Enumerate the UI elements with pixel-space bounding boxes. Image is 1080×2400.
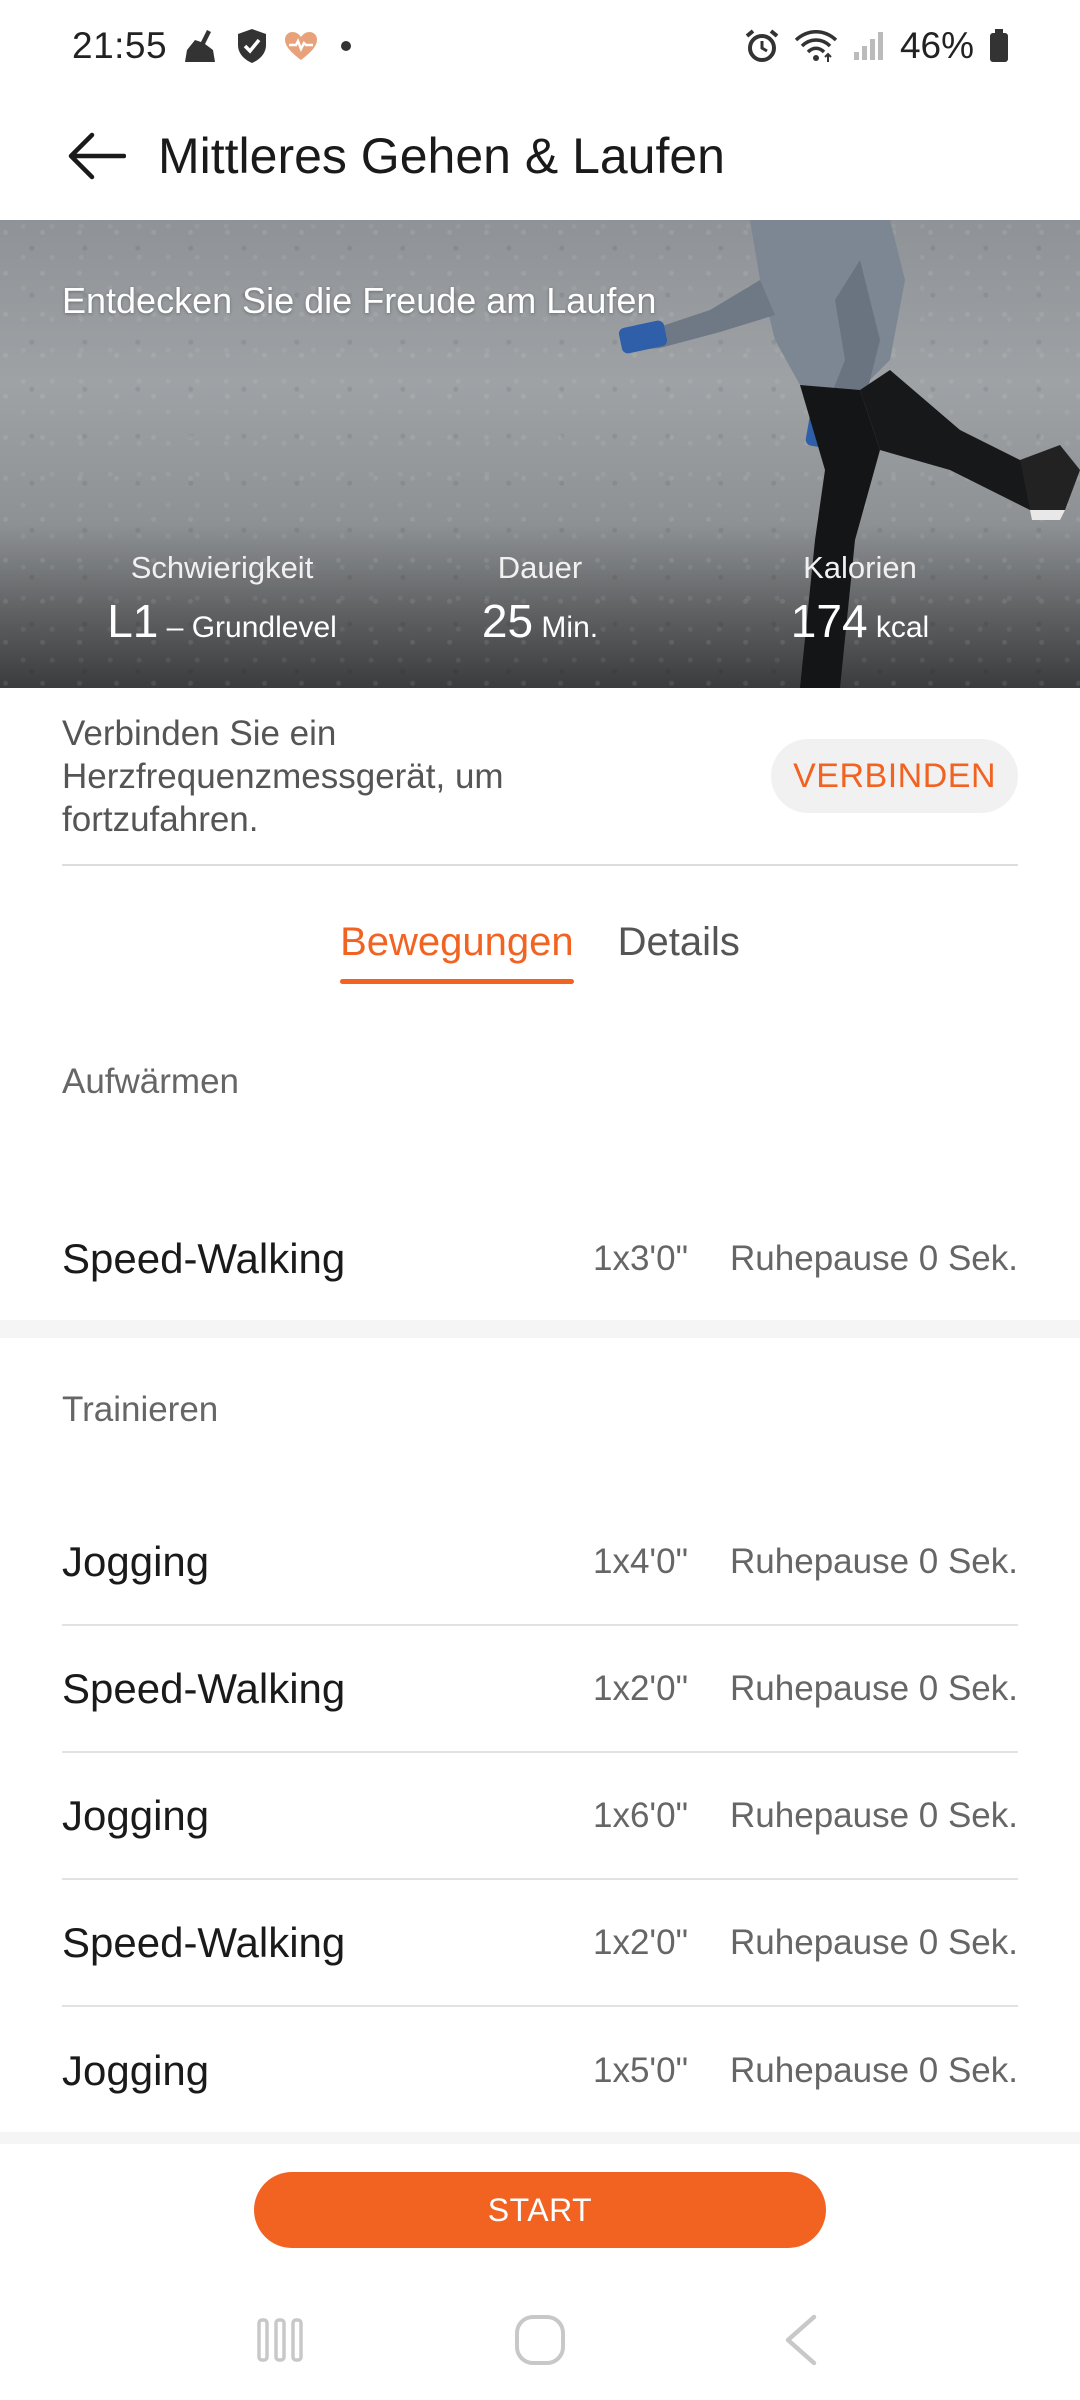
battery-percent: 46% (899, 25, 974, 66)
recents-icon (257, 2318, 303, 2362)
shield-icon (235, 27, 269, 65)
heart-rate-icon (283, 30, 319, 62)
status-time: 21:55 (72, 25, 168, 66)
signal-icon (852, 30, 886, 62)
list-item[interactable]: Jogging 1x6'0" Ruhepause 0 Sek. (62, 1754, 1018, 1880)
section-divider (0, 2132, 1080, 2144)
broom-icon (181, 28, 221, 64)
exercise-name: Speed-Walking (62, 1919, 346, 1966)
nav-back-icon (785, 2314, 817, 2366)
exercise-sets: 1x4'0" (593, 1542, 689, 1581)
exercise-rest: Ruhepause 0 Sek. (730, 2051, 1018, 2090)
exercise-rest: Ruhepause 0 Sek. (730, 1669, 1018, 1708)
stat-calories: Kalorien 174 kcal (740, 550, 980, 648)
status-bar: 21:55 46% (0, 0, 1080, 92)
exercise-rest: Ruhepause 0 Sek. (730, 1796, 1018, 1835)
exercise-sets: 1x2'0" (593, 1669, 689, 1708)
connect-device-row: Verbinden Sie ein Herzfrequenzmessgerät,… (62, 688, 1018, 866)
stat-number: 25 (481, 595, 534, 647)
stat-label: Schwierigkeit (130, 550, 314, 585)
connect-message: Verbinden Sie ein Herzfrequenzmessgerät,… (62, 713, 504, 839)
tab-bewegungen[interactable]: Bewegungen (340, 900, 574, 984)
exercise-sets: 1x3'0" (593, 1239, 689, 1278)
exercise-rest: Ruhepause 0 Sek. (730, 1542, 1018, 1581)
connect-button[interactable]: VERBINDEN (771, 739, 1018, 813)
app-bar: Mittleres Gehen & Laufen (0, 92, 1080, 220)
exercise-sets: 1x5'0" (593, 2051, 689, 2090)
back-button[interactable] (62, 121, 132, 191)
list-item[interactable]: Jogging 1x5'0" Ruhepause 0 Sek. (62, 2008, 1018, 2134)
wifi-icon (794, 28, 838, 64)
exercise-sets: 1x6'0" (593, 1796, 689, 1835)
stat-number: L1 (107, 595, 159, 647)
stat-number: 174 (790, 595, 868, 647)
stat-label: Dauer (497, 550, 583, 585)
status-left: 21:55 (72, 25, 352, 67)
list-item[interactable]: Speed-Walking 1x2'0" Ruhepause 0 Sek. (62, 1881, 1018, 2007)
arrow-left-icon (68, 132, 126, 180)
exercise-name: Jogging (62, 1538, 210, 1585)
section-title-warmup: Aufwärmen (62, 1062, 240, 1101)
exercise-rest: Ruhepause 0 Sek. (730, 1239, 1018, 1278)
exercise-name: Speed-Walking (62, 1235, 346, 1282)
stat-value: 25 Min. (430, 594, 650, 648)
system-nav-bar (0, 2280, 1080, 2400)
list-item[interactable]: Jogging 1x4'0" Ruhepause 0 Sek. (62, 1500, 1018, 1626)
exercise-name: Speed-Walking (62, 1665, 346, 1712)
home-icon (515, 2315, 565, 2365)
stat-value: 174 kcal (740, 594, 980, 648)
exercise-name: Jogging (62, 2047, 210, 2094)
stat-unit: – Grundlevel (158, 611, 337, 644)
status-right: 46% (744, 25, 1010, 67)
list-item[interactable]: Speed-Walking 1x2'0" Ruhepause 0 Sek. (62, 1627, 1018, 1753)
tab-details[interactable]: Details (618, 900, 740, 984)
stat-value: L1 – Grundlevel (62, 594, 382, 648)
hero-tagline: Entdecken Sie die Freude am Laufen (62, 280, 657, 321)
section-divider (0, 1320, 1080, 1338)
stat-difficulty: Schwierigkeit L1 – Grundlevel (62, 550, 382, 648)
page-title: Mittleres Gehen & Laufen (158, 128, 725, 184)
exercise-name: Jogging (62, 1792, 210, 1839)
exercise-rest: Ruhepause 0 Sek. (730, 1923, 1018, 1962)
stat-unit: Min. (533, 611, 599, 644)
battery-icon (988, 28, 1010, 64)
alarm-icon (744, 28, 780, 64)
section-title-training: Trainieren (62, 1390, 219, 1429)
hero-banner: Entdecken Sie die Freude am Laufen Schwi… (0, 220, 1080, 688)
recents-button[interactable] (235, 2295, 325, 2385)
home-button[interactable] (495, 2295, 585, 2385)
exercise-sets: 1x2'0" (593, 1923, 689, 1962)
stat-unit: kcal (867, 611, 930, 644)
start-button[interactable]: START (254, 2172, 826, 2248)
list-item[interactable]: Speed-Walking 1x3'0" Ruhepause 0 Sek. (62, 1196, 1018, 1322)
dot-icon (341, 41, 352, 51)
nav-back-button[interactable] (755, 2295, 845, 2385)
stat-label: Kalorien (803, 550, 917, 585)
tab-bar: Bewegungen Details (0, 900, 1080, 990)
stat-duration: Dauer 25 Min. (430, 550, 650, 648)
